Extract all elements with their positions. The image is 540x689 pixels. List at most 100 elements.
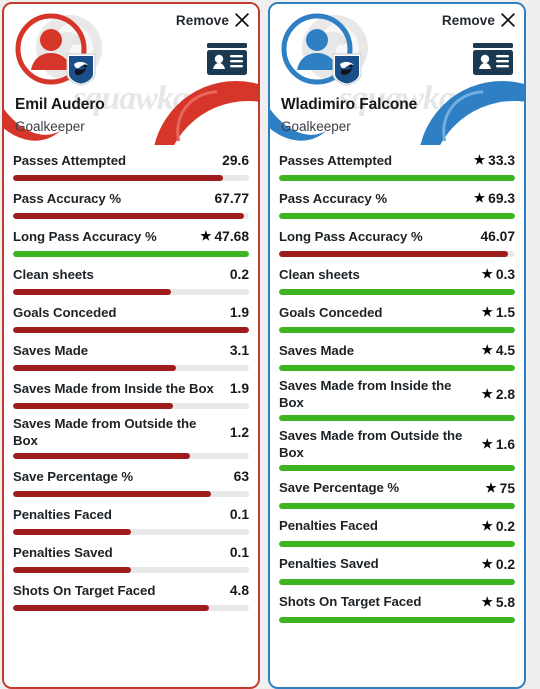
stat-number: 0.1 bbox=[229, 506, 249, 522]
stat-bar-fill bbox=[13, 327, 249, 333]
stat-bar-fill bbox=[279, 175, 515, 181]
remove-button-left[interactable]: Remove bbox=[176, 12, 250, 28]
stat-bar-fill bbox=[13, 403, 174, 409]
stat-label: Penalties Saved bbox=[279, 556, 379, 572]
stat-label: Pass Accuracy % bbox=[13, 190, 121, 206]
stat-row: Clean sheets ★ 0.3 bbox=[270, 259, 524, 295]
stat-line: Clean sheets ★ 0.3 bbox=[279, 259, 515, 289]
stat-bar-fill bbox=[279, 464, 515, 471]
close-x-icon[interactable] bbox=[500, 12, 516, 28]
winner-star-icon: ★ bbox=[481, 437, 493, 452]
stat-bar-track bbox=[279, 327, 515, 333]
stat-number: 5.8 bbox=[495, 594, 515, 610]
stat-value: 0.1 bbox=[230, 545, 249, 560]
stat-bar-track bbox=[279, 464, 515, 471]
stat-line: Saves Made 3.1 bbox=[13, 335, 249, 365]
stat-line: Saves Made from Inside the Box ★ 2.8 bbox=[279, 373, 515, 415]
stat-bar-track bbox=[13, 365, 249, 371]
stat-line: Saves Made ★ 4.5 bbox=[279, 335, 515, 365]
player-position-right: Goalkeeper bbox=[281, 119, 351, 134]
stat-value: ★ 0.2 bbox=[482, 557, 515, 572]
stat-label: Penalties Faced bbox=[279, 518, 378, 534]
stat-label: Saves Made bbox=[13, 342, 89, 358]
stat-row: Penalties Faced ★ 0.2 bbox=[270, 511, 524, 547]
stats-list-right: Passes Attempted ★ 33.3 Pass Accuracy % ★ 69.… bbox=[270, 145, 524, 687]
avatar bbox=[14, 12, 96, 86]
stat-row: Clean sheets 0.2 bbox=[4, 259, 258, 295]
stat-bar-fill bbox=[279, 502, 515, 509]
stat-line: Passes Attempted ★ 33.3 bbox=[279, 145, 515, 175]
stat-label: Clean sheets bbox=[13, 266, 94, 282]
card-header-right: squawka Remove Wladimiro Falcone Goalkee… bbox=[270, 4, 524, 145]
close-x-icon[interactable] bbox=[234, 12, 250, 28]
stat-value: ★ 4.5 bbox=[482, 343, 515, 358]
stat-number: 63 bbox=[233, 468, 249, 484]
stat-bar-fill bbox=[13, 490, 212, 497]
stat-row: Saves Made from Outside the Box 1.2 bbox=[4, 411, 258, 459]
winner-star-icon: ★ bbox=[481, 305, 493, 320]
stat-label: Saves Made from Inside the Box bbox=[13, 380, 214, 396]
stat-value: ★ 0.2 bbox=[482, 519, 515, 534]
stat-bar-track bbox=[279, 365, 515, 371]
stat-line: Penalties Saved ★ 0.2 bbox=[279, 549, 515, 579]
winner-star-icon: ★ bbox=[473, 191, 486, 206]
stat-label: Passes Attempted bbox=[13, 152, 127, 168]
stat-bar-fill bbox=[279, 414, 515, 421]
stat-line: Long Pass Accuracy % 46.07 bbox=[279, 221, 515, 251]
stat-number: 29.6 bbox=[222, 153, 249, 168]
stat-bar-fill bbox=[279, 578, 515, 585]
stat-row: Passes Attempted ★ 33.3 bbox=[270, 145, 524, 181]
stat-bar-fill bbox=[279, 327, 515, 333]
stat-label: Goals Conceded bbox=[13, 304, 117, 320]
stat-value: ★ 33.3 bbox=[474, 153, 515, 168]
winner-star-icon: ★ bbox=[485, 480, 497, 495]
stat-row: Saves Made from Outside the Box ★ 1.6 bbox=[270, 423, 524, 471]
winner-star-icon: ★ bbox=[473, 153, 486, 168]
stat-number: 0.1 bbox=[229, 544, 249, 560]
stat-bar-track bbox=[279, 213, 515, 219]
stat-number: 1.5 bbox=[495, 305, 515, 320]
stat-label: Passes Attempted bbox=[279, 152, 393, 168]
player-name-right: Wladimiro Falcone bbox=[281, 96, 418, 113]
stat-bar-track bbox=[279, 540, 515, 547]
id-card-icon[interactable] bbox=[206, 42, 248, 76]
stat-row: Pass Accuracy % 67.77 bbox=[4, 183, 258, 219]
stat-label: Clean sheets bbox=[279, 266, 360, 282]
stat-bar-fill bbox=[13, 566, 131, 573]
player-position-left: Goalkeeper bbox=[15, 119, 85, 134]
stat-number: 1.6 bbox=[495, 436, 515, 452]
stat-bar-track bbox=[13, 403, 249, 409]
stat-value: 4.8 bbox=[230, 583, 249, 598]
stat-line: Penalties Faced ★ 0.2 bbox=[279, 511, 515, 541]
stat-bar-track bbox=[13, 490, 249, 497]
stat-bar-track bbox=[13, 251, 249, 257]
stat-bar-fill bbox=[279, 213, 515, 219]
stat-bar-track bbox=[13, 213, 249, 219]
stat-line: Pass Accuracy % ★ 69.3 bbox=[279, 183, 515, 213]
winner-star-icon: ★ bbox=[481, 267, 493, 282]
stat-line: Pass Accuracy % 67.77 bbox=[13, 183, 249, 213]
stat-bar-track bbox=[13, 175, 249, 181]
player-card-right: squawka Remove Wladimiro Falcone Goalkee… bbox=[268, 2, 526, 689]
stat-bar-fill bbox=[279, 616, 515, 623]
id-card-button-left[interactable] bbox=[206, 42, 248, 76]
id-card-icon[interactable] bbox=[472, 42, 514, 76]
stat-label: Save Percentage % bbox=[279, 480, 400, 496]
stats-list-left: Passes Attempted 29.6 Pass Accuracy % 67.77… bbox=[4, 145, 258, 687]
stat-value: ★ 5.8 bbox=[482, 595, 515, 610]
stat-number: 1.9 bbox=[229, 381, 249, 396]
stat-bar-fill bbox=[279, 251, 508, 257]
stat-bar-fill bbox=[13, 175, 224, 181]
stat-number: 2.8 bbox=[495, 386, 515, 402]
stat-bar-fill bbox=[13, 604, 209, 611]
stat-bar-track bbox=[279, 502, 515, 509]
id-card-button-right[interactable] bbox=[472, 42, 514, 76]
stat-label: Save Percentage % bbox=[13, 468, 134, 484]
stat-value: ★ 75 bbox=[485, 481, 515, 496]
remove-button-right[interactable]: Remove bbox=[442, 12, 516, 28]
avatar bbox=[280, 12, 362, 86]
stat-line: Shots On Target Faced ★ 5.8 bbox=[279, 587, 515, 617]
stat-bar-track bbox=[279, 616, 515, 623]
stat-value: 67.77 bbox=[214, 191, 249, 206]
stat-bar-fill bbox=[279, 289, 515, 295]
